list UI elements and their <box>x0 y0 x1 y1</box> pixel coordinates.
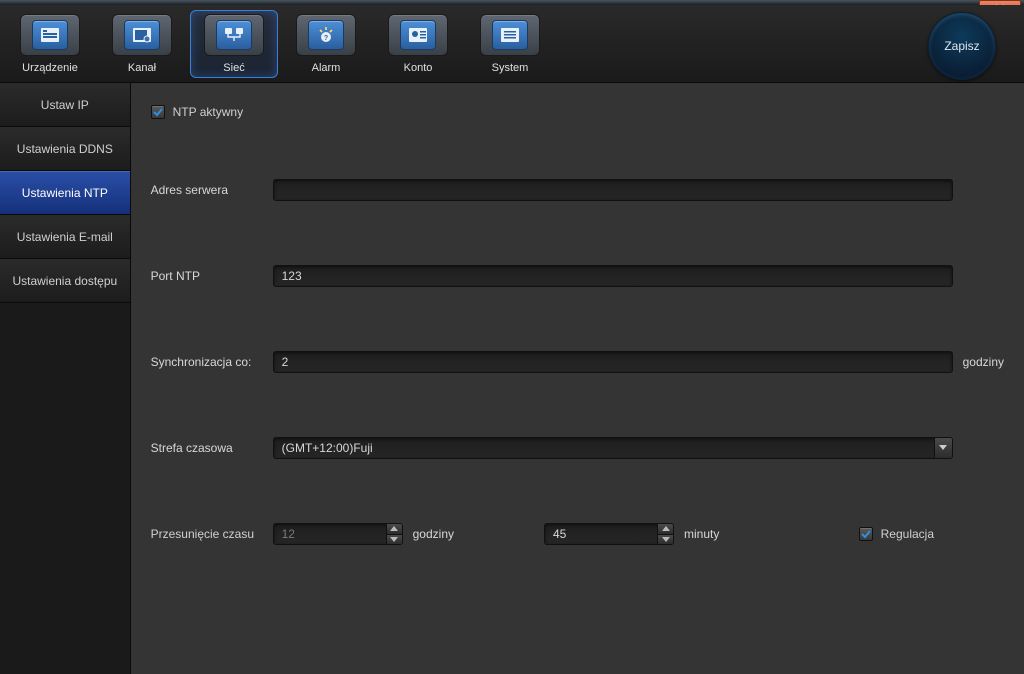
check-icon <box>861 529 871 539</box>
offset-minutes-input[interactable] <box>544 523 674 545</box>
sidebar: Ustaw IP Ustawienia DDNS Ustawienia NTP … <box>0 83 131 674</box>
regulation-label: Regulacja <box>881 527 934 541</box>
main-toolbar: Urządzenie Kanał Sieć ? Alarm Konto Syst… <box>0 5 1024 83</box>
timezone-value[interactable] <box>273 437 953 459</box>
ntp-active-row: NTP aktywny <box>151 105 1004 119</box>
timezone-select[interactable] <box>273 437 953 459</box>
offset-minutes-unit: minuty <box>684 527 719 541</box>
tab-channel[interactable]: Kanał <box>98 10 186 78</box>
regulation-checkbox[interactable] <box>859 527 873 541</box>
sync-interval-input[interactable] <box>273 351 953 373</box>
offset-hours-group: godziny <box>273 523 454 545</box>
tab-account[interactable]: Konto <box>374 10 462 78</box>
port-label: Port NTP <box>151 269 273 283</box>
system-icon <box>480 14 540 56</box>
timezone-row: Strefa czasowa <box>151 437 1004 459</box>
ntp-port-input[interactable] <box>273 265 953 287</box>
tab-network[interactable]: Sieć <box>190 10 278 78</box>
tab-label: System <box>492 62 529 74</box>
sidebar-item-label: Ustawienia NTP <box>22 186 108 200</box>
channel-icon <box>112 14 172 56</box>
chevron-down-icon[interactable] <box>934 438 952 458</box>
regulation-group: Regulacja <box>859 527 1004 541</box>
main-area: Ustaw IP Ustawienia DDNS Ustawienia NTP … <box>0 83 1024 674</box>
offset-minutes-group: minuty <box>544 523 719 545</box>
sidebar-item-label: Ustawienia dostępu <box>12 274 117 288</box>
svg-text:?: ? <box>324 35 328 42</box>
timezone-label: Strefa czasowa <box>151 441 273 455</box>
sync-row: Synchronizacja co: godziny <box>151 351 1004 373</box>
tab-label: Urządzenie <box>22 62 78 74</box>
sidebar-item-access[interactable]: Ustawienia dostępu <box>0 259 130 303</box>
sidebar-item-label: Ustaw IP <box>41 98 89 112</box>
tab-alarm[interactable]: ? Alarm <box>282 10 370 78</box>
ntp-active-checkbox[interactable] <box>151 105 165 119</box>
sync-unit-label: godziny <box>963 355 1004 369</box>
sync-label: Synchronizacja co: <box>151 355 273 369</box>
spinner-up-icon[interactable] <box>386 524 402 535</box>
content-panel: NTP aktywny Adres serwera Port NTP Synch… <box>131 83 1024 674</box>
server-row: Adres serwera <box>151 179 1004 201</box>
sidebar-item-email[interactable]: Ustawienia E-mail <box>0 215 130 259</box>
offset-hours-unit: godziny <box>413 527 454 541</box>
save-button-label: Zapisz <box>944 39 979 53</box>
sidebar-item-label: Ustawienia DDNS <box>17 142 113 156</box>
tab-device[interactable]: Urządzenie <box>6 10 94 78</box>
device-icon <box>20 14 80 56</box>
tab-label: Konto <box>404 62 433 74</box>
port-row: Port NTP <box>151 265 1004 287</box>
time-offset-row: Przesunięcie czasu godziny <box>151 523 1004 545</box>
server-label: Adres serwera <box>151 183 273 197</box>
spinner-up-icon[interactable] <box>657 524 673 535</box>
sidebar-item-ddns[interactable]: Ustawienia DDNS <box>0 127 130 171</box>
check-icon <box>153 107 163 117</box>
network-icon <box>204 14 264 56</box>
alarm-icon: ? <box>296 14 356 56</box>
offset-label: Przesunięcie czasu <box>151 527 273 541</box>
spinner-down-icon[interactable] <box>657 535 673 545</box>
account-icon <box>388 14 448 56</box>
sidebar-item-label: Ustawienia E-mail <box>17 230 113 244</box>
tab-label: Sieć <box>223 62 244 74</box>
save-button[interactable]: Zapisz <box>928 12 996 80</box>
sidebar-item-ntp[interactable]: Ustawienia NTP <box>0 171 130 215</box>
tab-system[interactable]: System <box>466 10 554 78</box>
tab-label: Kanał <box>128 62 156 74</box>
spinner-down-icon[interactable] <box>386 535 402 545</box>
server-address-input[interactable] <box>273 179 953 201</box>
sidebar-item-ip[interactable]: Ustaw IP <box>0 83 130 127</box>
tab-label: Alarm <box>312 62 341 74</box>
offset-hours-input[interactable] <box>273 523 403 545</box>
ntp-active-label: NTP aktywny <box>173 105 243 119</box>
